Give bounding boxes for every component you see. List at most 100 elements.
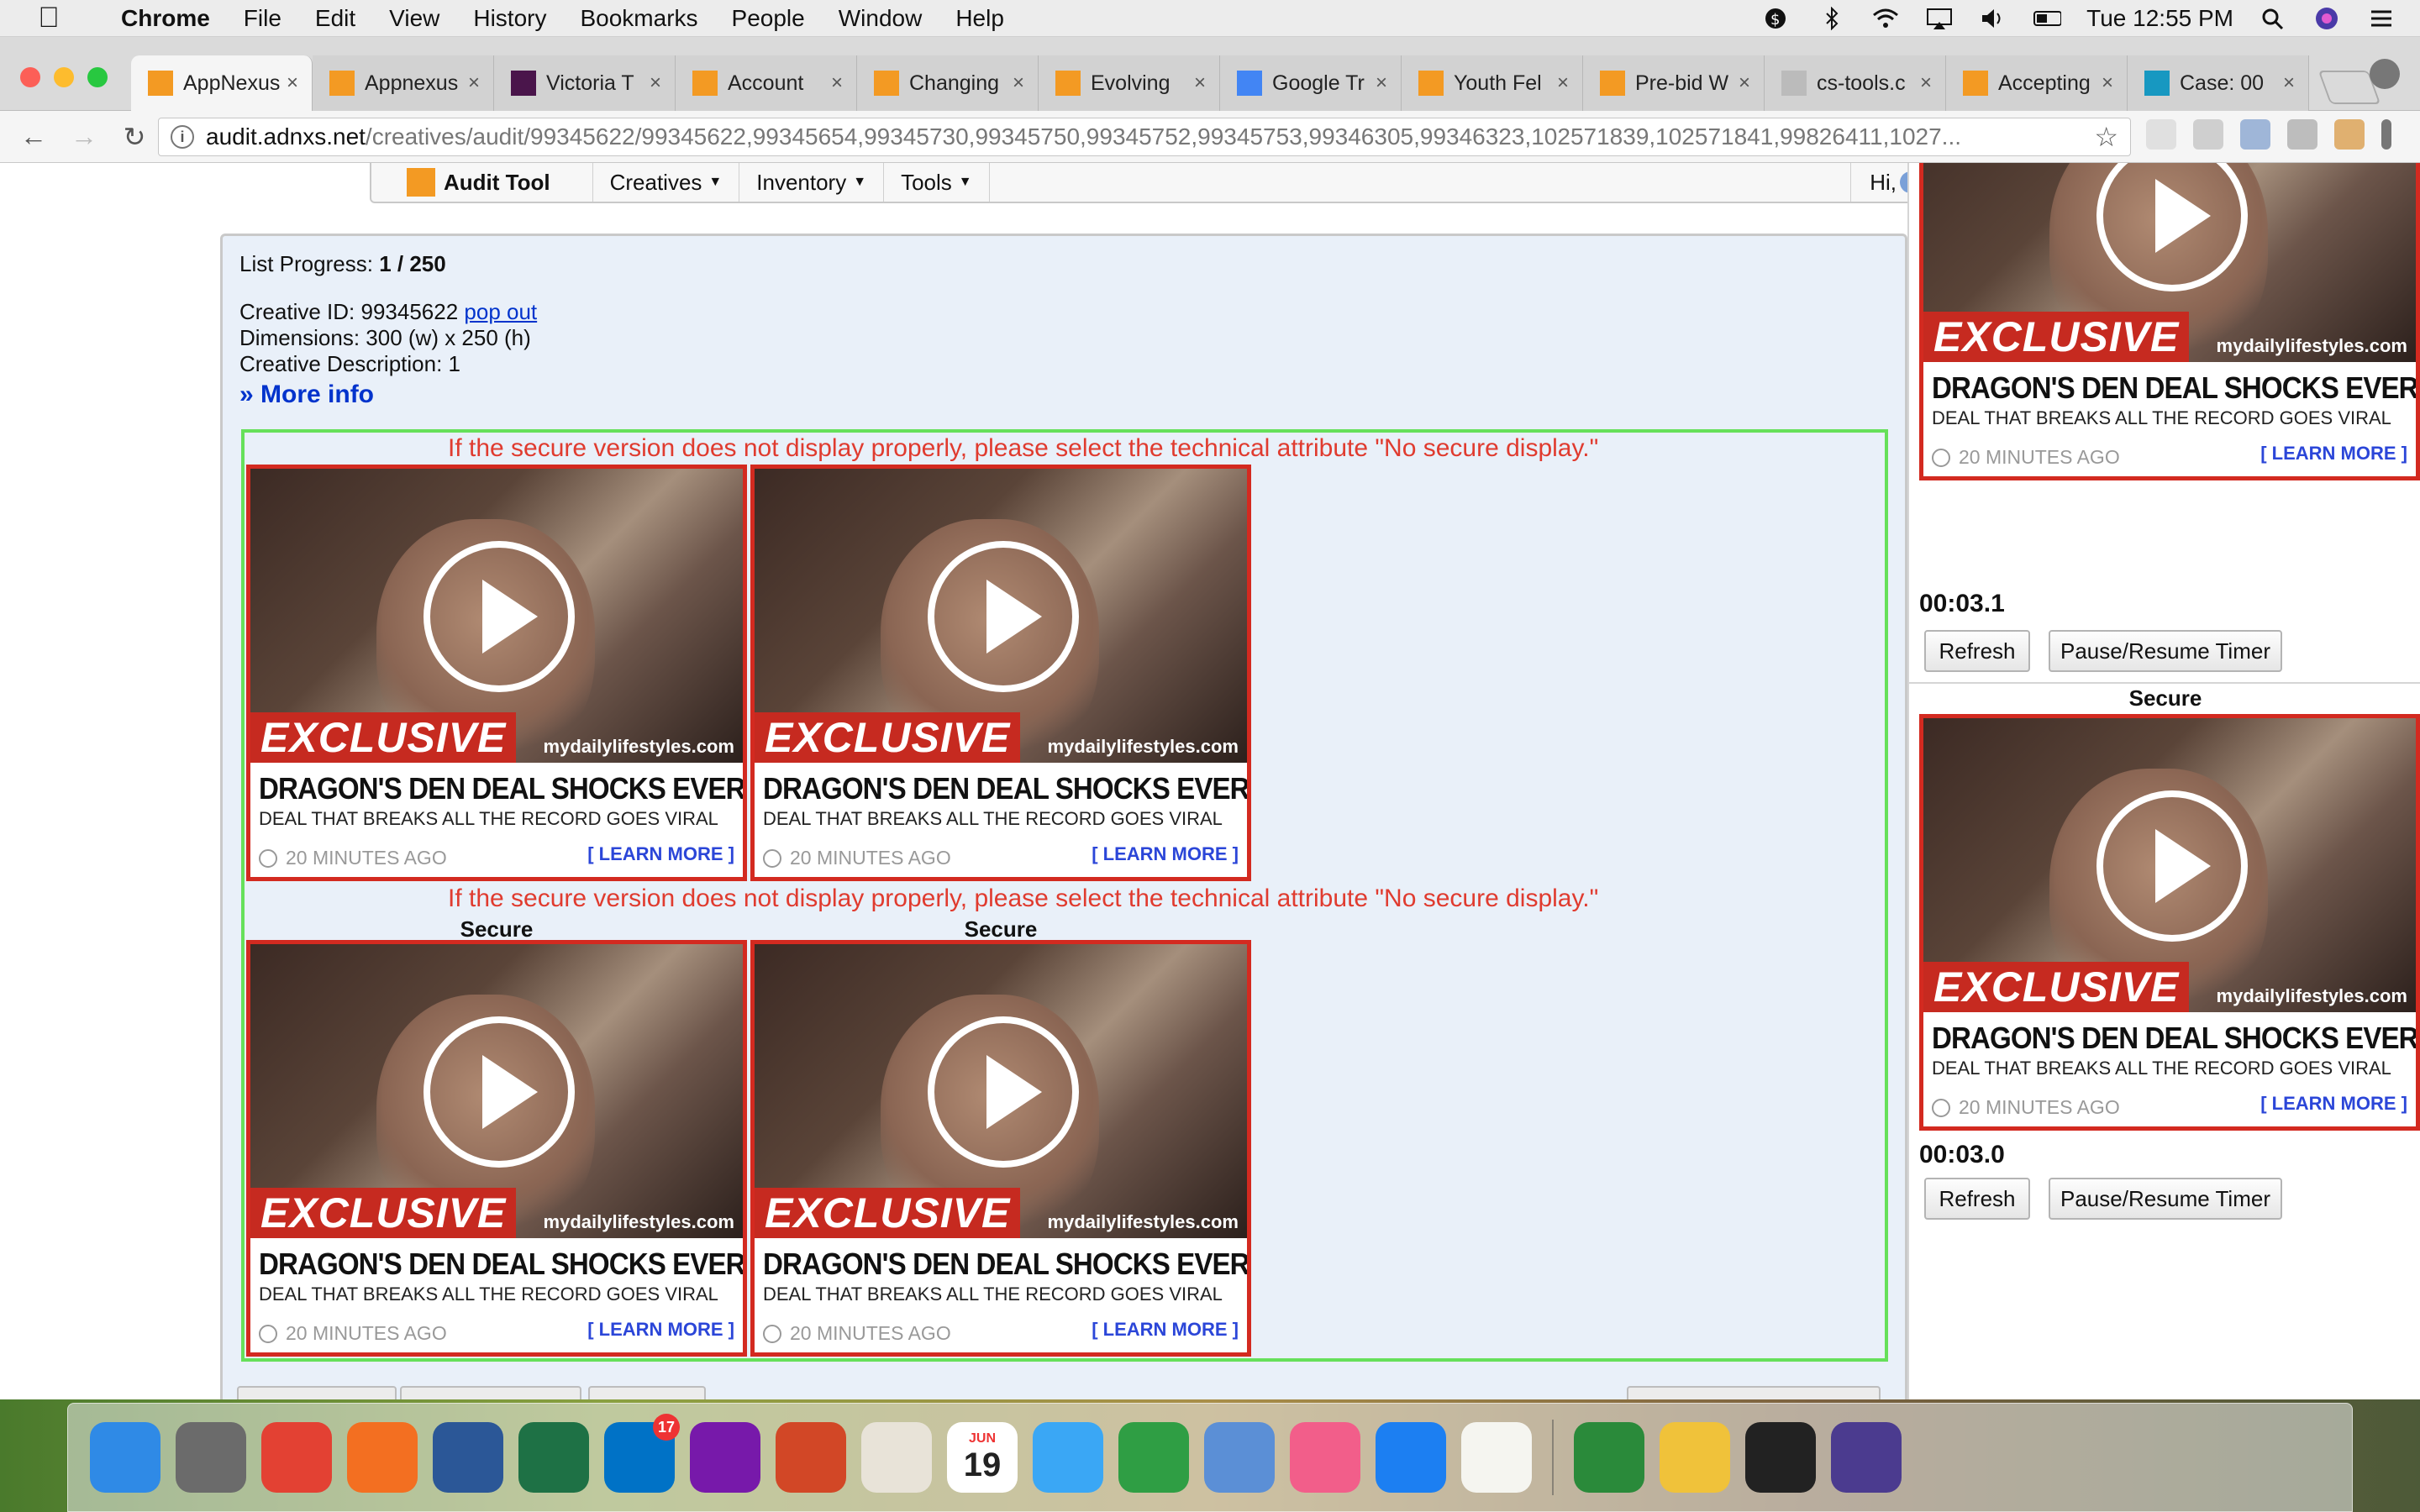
menu-view[interactable]: View xyxy=(389,5,439,32)
site-info-icon[interactable]: i xyxy=(171,125,194,149)
play-icon[interactable] xyxy=(424,541,575,692)
slack-icon[interactable] xyxy=(861,1422,932,1493)
pause-resume-timer-button[interactable]: Pause/Resume Timer xyxy=(2049,1178,2282,1220)
calendar-icon[interactable]: JUN 19 xyxy=(947,1422,1018,1493)
app-brand[interactable]: Audit Tool xyxy=(371,163,593,202)
learn-more-link[interactable]: [ LEARN MORE ] xyxy=(587,843,734,865)
pause-resume-timer-button[interactable]: Pause/Resume Timer xyxy=(2049,630,2282,672)
keynote-icon[interactable] xyxy=(1204,1422,1275,1493)
sidebar-creative-preview[interactable]: EXCLUSIVE mydailylifestyles.com DRAGON'S D… xyxy=(1919,163,2420,480)
menu-edit[interactable]: Edit xyxy=(315,5,355,32)
play-icon[interactable] xyxy=(424,1016,575,1168)
close-tab-icon[interactable]: × xyxy=(831,71,843,95)
bottom-button[interactable] xyxy=(1627,1386,1881,1399)
browser-tab[interactable]: Accepting × xyxy=(1946,55,2128,111)
browser-tab[interactable]: Victoria T × xyxy=(494,55,676,111)
nav-creatives[interactable]: Creatives ▼ xyxy=(593,163,740,202)
apple-icon[interactable]:  xyxy=(34,2,64,34)
menu-people[interactable]: People xyxy=(732,5,805,32)
learn-more-link[interactable]: [ LEARN MORE ] xyxy=(587,1319,734,1341)
bookmark-star-icon[interactable]: ☆ xyxy=(2094,121,2118,153)
spotlight-icon[interactable] xyxy=(2259,7,2287,30)
messages-icon[interactable] xyxy=(1033,1422,1103,1493)
notification-center-icon[interactable] xyxy=(2366,7,2395,30)
battery-icon[interactable] xyxy=(2033,7,2062,30)
volume-icon[interactable] xyxy=(1979,7,2007,30)
close-tab-icon[interactable]: × xyxy=(1557,71,1569,95)
browser-tab[interactable]: Appnexus × xyxy=(313,55,494,111)
maps-icon[interactable] xyxy=(1660,1422,1730,1493)
firefox-icon[interactable] xyxy=(347,1422,418,1493)
address-bar[interactable]: i audit.adnxs.net/creatives/audit/993456… xyxy=(158,118,2131,156)
forward-icon[interactable]: → xyxy=(67,120,101,154)
menu-bookmarks[interactable]: Bookmarks xyxy=(580,5,697,32)
word-icon[interactable] xyxy=(433,1422,503,1493)
close-tab-icon[interactable]: × xyxy=(650,71,661,95)
refresh-button[interactable]: Refresh xyxy=(1924,1178,2030,1220)
learn-more-link[interactable]: [ LEARN MORE ] xyxy=(1092,843,1239,865)
close-tab-icon[interactable]: × xyxy=(2283,71,2295,95)
close-tab-icon[interactable]: × xyxy=(1013,71,1024,95)
learn-more-link[interactable]: [ LEARN MORE ] xyxy=(2260,1093,2407,1115)
dollar-icon[interactable]: $ xyxy=(1764,7,1792,30)
play-icon[interactable] xyxy=(928,541,1079,692)
system-preferences-icon[interactable] xyxy=(176,1422,246,1493)
powerpoint-icon[interactable] xyxy=(776,1422,846,1493)
finder-icon[interactable] xyxy=(90,1422,160,1493)
play-icon[interactable] xyxy=(928,1016,1079,1168)
browser-tab[interactable]: Google Tr × xyxy=(1220,55,1402,111)
browser-tab[interactable]: cs-tools.c × xyxy=(1765,55,1946,111)
close-tab-icon[interactable]: × xyxy=(1920,71,1932,95)
creative-preview[interactable]: EXCLUSIVE mydailylifestyles.com DRAGON'S D… xyxy=(750,465,1251,881)
chrome-menu-icon[interactable] xyxy=(2381,119,2391,150)
airplay-icon[interactable] xyxy=(1925,7,1954,30)
clock[interactable]: Tue 12:55 PM xyxy=(2086,5,2233,32)
terminal-icon[interactable] xyxy=(1745,1422,1816,1493)
extension-tool-icon[interactable] xyxy=(2334,119,2365,150)
numbers-icon[interactable] xyxy=(1118,1422,1189,1493)
onenote-icon[interactable] xyxy=(690,1422,760,1493)
refresh-button[interactable]: Refresh xyxy=(1924,630,2030,672)
nav-inventory[interactable]: Inventory ▼ xyxy=(739,163,885,202)
bottom-button[interactable] xyxy=(588,1386,706,1399)
play-icon[interactable] xyxy=(2096,790,2248,942)
profile-icon[interactable] xyxy=(2370,59,2400,89)
browser-tab[interactable]: Account × xyxy=(676,55,857,111)
browser-tab[interactable]: Youth Fel × xyxy=(1402,55,1583,111)
excel-icon[interactable] xyxy=(518,1422,589,1493)
learn-more-link[interactable]: [ LEARN MORE ] xyxy=(1092,1319,1239,1341)
close-tab-icon[interactable]: × xyxy=(287,71,298,95)
bottom-button[interactable] xyxy=(237,1386,397,1399)
extension-search-icon[interactable] xyxy=(2146,119,2176,150)
reload-icon[interactable]: ↻ xyxy=(118,120,151,154)
app-icon[interactable] xyxy=(1574,1422,1644,1493)
close-tab-icon[interactable]: × xyxy=(468,71,480,95)
close-tab-icon[interactable]: × xyxy=(1739,71,1750,95)
close-tab-icon[interactable]: × xyxy=(2102,71,2113,95)
browser-tab[interactable]: Changing × xyxy=(857,55,1039,111)
browser-tab[interactable]: Pre-bid W × xyxy=(1583,55,1765,111)
menu-history[interactable]: History xyxy=(473,5,546,32)
bottom-button[interactable] xyxy=(400,1386,581,1399)
textedit-icon[interactable] xyxy=(1461,1422,1532,1493)
menu-window[interactable]: Window xyxy=(839,5,923,32)
bbedit-icon[interactable] xyxy=(1831,1422,1902,1493)
bluetooth-icon[interactable] xyxy=(1818,7,1846,30)
itunes-icon[interactable] xyxy=(1290,1422,1360,1493)
browser-tab[interactable]: AppNexus × xyxy=(131,55,313,111)
sidebar-creative-preview-secure[interactable]: EXCLUSIVE mydailylifestyles.com DRAGON'S D… xyxy=(1919,714,2420,1131)
browser-tab[interactable]: Case: 00 × xyxy=(2128,55,2309,111)
menu-help[interactable]: Help xyxy=(955,5,1004,32)
creative-preview[interactable]: EXCLUSIVE mydailylifestyles.com DRAGON'S D… xyxy=(246,465,747,881)
pop-out-link[interactable]: pop out xyxy=(464,299,537,324)
wifi-icon[interactable] xyxy=(1871,7,1900,30)
app-store-icon[interactable] xyxy=(1376,1422,1446,1493)
close-tab-icon[interactable]: × xyxy=(1376,71,1387,95)
more-info-link[interactable]: » More info xyxy=(239,381,374,409)
nav-tools[interactable]: Tools ▼ xyxy=(884,163,990,202)
extension-user-icon[interactable] xyxy=(2240,119,2270,150)
close-tab-icon[interactable]: × xyxy=(1194,71,1206,95)
zoom-window-button[interactable] xyxy=(87,67,108,87)
creative-preview-secure[interactable]: EXCLUSIVE mydailylifestyles.com DRAGON'S D… xyxy=(246,940,747,1357)
siri-icon[interactable] xyxy=(2312,7,2341,30)
